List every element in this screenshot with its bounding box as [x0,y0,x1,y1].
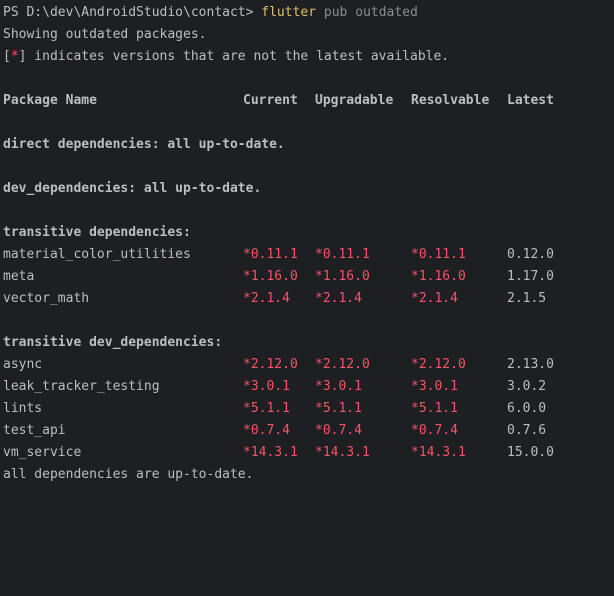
package-row: async *2.12.0 *2.12.0 *2.12.0 2.13.0 [0,354,614,376]
resolvable-version: *5.1.1 [411,401,458,416]
upgradable-version: *0.7.4 [315,423,362,438]
package-name: leak_tracker_testing [3,379,160,394]
prompt-line: PS D:\dev\AndroidStudio\contact> flutter… [0,2,614,24]
current-version: *2.12.0 [243,357,298,372]
package-row: material_color_utilities *0.11.1 *0.11.1… [0,244,614,266]
latest-version: 15.0.0 [507,445,554,460]
current-version: *2.1.4 [243,291,290,306]
header-package-name: Package Name [3,93,97,108]
resolvable-version: *0.11.1 [411,247,466,262]
current-version: *3.0.1 [243,379,290,394]
package-row: lints *5.1.1 *5.1.1 *5.1.1 6.0.0 [0,398,614,420]
current-version: *1.16.0 [243,269,298,284]
upgradable-version: *14.3.1 [315,445,370,460]
resolvable-version: *3.0.1 [411,379,458,394]
header-resolvable: Resolvable [411,93,490,108]
footer-summary: all dependencies are up-to-date. [3,467,254,482]
upgradable-version: *3.0.1 [315,379,362,394]
package-name: test_api [3,423,66,438]
table-header: Package Name Current Upgradable Resolvab… [0,90,614,112]
package-row: vector_math *2.1.4 *2.1.4 *2.1.4 2.1.5 [0,288,614,310]
transitive-dev-packages-table: async *2.12.0 *2.12.0 *2.12.0 2.13.0 lea… [0,354,614,464]
resolvable-version: *14.3.1 [411,445,466,460]
section-transitive-dependencies: transitive dependencies: [3,225,191,240]
upgradable-version: *0.11.1 [315,247,370,262]
upgradable-version: *2.12.0 [315,357,370,372]
legend-bracket-open: [ [3,49,11,64]
command-args: pub outdated [323,5,418,20]
legend-text: indicates versions that are not the late… [26,49,450,64]
intro-line-2: [*] indicates versions that are not the … [0,46,614,68]
command-name: flutter [261,5,317,20]
package-name: vector_math [3,291,90,306]
resolvable-version: *0.7.4 [411,423,458,438]
package-name: meta [3,269,35,284]
section-transitive-dev-dependencies: transitive dev_dependencies: [3,335,223,350]
package-row: vm_service *14.3.1 *14.3.1 *14.3.1 15.0.… [0,442,614,464]
latest-version: 2.1.5 [507,291,547,306]
current-version: *14.3.1 [243,445,298,460]
prompt-path: PS D:\dev\AndroidStudio\contact> [3,5,254,20]
package-name: lints [3,401,43,416]
package-row: meta *1.16.0 *1.16.0 *1.16.0 1.17.0 [0,266,614,288]
upgradable-version: *1.16.0 [315,269,370,284]
latest-version: 2.13.0 [507,357,554,372]
resolvable-version: *1.16.0 [411,269,466,284]
latest-version: 0.12.0 [507,247,554,262]
package-row: test_api *0.7.4 *0.7.4 *0.7.4 0.7.6 [0,420,614,442]
package-row: leak_tracker_testing *3.0.1 *3.0.1 *3.0.… [0,376,614,398]
resolvable-version: *2.12.0 [411,357,466,372]
header-latest: Latest [507,93,554,108]
header-current: Current [243,93,298,108]
current-version: *0.7.4 [243,423,290,438]
terminal-output[interactable]: PS D:\dev\AndroidStudio\contact> flutter… [0,0,614,484]
intro-line-1: Showing outdated packages. [3,27,207,42]
latest-version: 3.0.2 [507,379,547,394]
package-name: material_color_utilities [3,247,191,262]
upgradable-version: *2.1.4 [315,291,362,306]
latest-version: 0.7.6 [507,423,547,438]
upgradable-version: *5.1.1 [315,401,362,416]
current-version: *0.11.1 [243,247,298,262]
section-direct-dependencies: direct dependencies: all up-to-date. [3,137,285,152]
transitive-packages-table: material_color_utilities *0.11.1 *0.11.1… [0,244,614,310]
legend-star: * [10,49,19,64]
current-version: *5.1.1 [243,401,290,416]
package-name: async [3,357,43,372]
latest-version: 1.17.0 [507,269,554,284]
section-dev-dependencies: dev_dependencies: all up-to-date. [3,181,262,196]
resolvable-version: *2.1.4 [411,291,458,306]
latest-version: 6.0.0 [507,401,547,416]
header-upgradable: Upgradable [315,93,394,108]
package-name: vm_service [3,445,82,460]
